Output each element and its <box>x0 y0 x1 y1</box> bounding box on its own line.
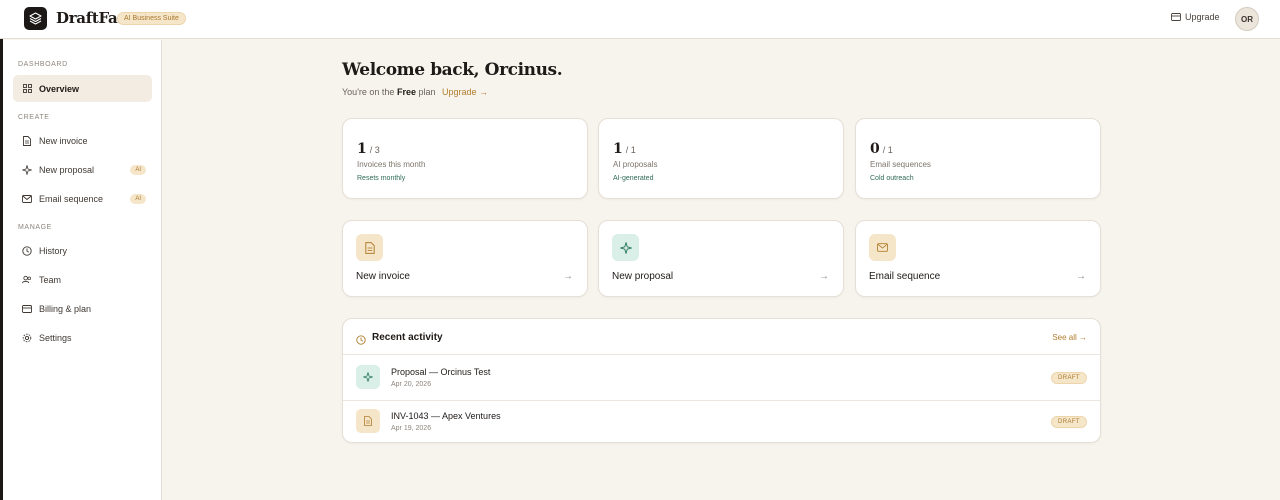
quick-action-label: New invoice <box>356 271 410 282</box>
mail-icon <box>869 234 896 261</box>
activity-date: Apr 20, 2026 <box>391 381 432 388</box>
history-icon <box>22 245 32 256</box>
sidebar-item-label: Team <box>39 274 62 285</box>
stat-label: Invoices this month <box>357 160 426 169</box>
quick-action-label: Email sequence <box>869 271 941 282</box>
team-icon <box>22 275 32 285</box>
section-label-manage: MANAGE <box>18 224 52 231</box>
quick-action-new-proposal[interactable]: New proposal → <box>598 220 844 297</box>
status-badge: DRAFT <box>1051 372 1087 384</box>
upgrade-button[interactable]: Upgrade <box>1171 12 1220 22</box>
sidebar-item-team[interactable]: Team <box>13 266 152 293</box>
sidebar-item-label: New invoice <box>39 135 88 146</box>
recent-activity-header: Recent activity See all → <box>343 319 1100 355</box>
plan-prefix: You're on the <box>342 87 395 97</box>
arrow-right-icon: → <box>563 271 573 282</box>
stat-card-email-sequences: 0/ 1 Email sequences Cold outreach <box>855 118 1101 199</box>
history-icon <box>356 332 366 350</box>
sparkle-icon <box>612 234 639 261</box>
sidebar-item-label: Overview <box>39 83 80 94</box>
plan-name: Free <box>396 87 416 97</box>
activity-row[interactable]: INV-1043 — Apex Ventures Apr 19, 2026 DR… <box>343 400 1100 444</box>
sidebar-item-history[interactable]: History <box>13 237 152 264</box>
stat-sub: Cold outreach <box>870 175 914 182</box>
document-icon <box>22 135 32 146</box>
stat-value: 0/ 1 <box>870 141 893 157</box>
stat-value: 1/ 1 <box>613 141 636 157</box>
section-label-create: CREATE <box>18 114 50 121</box>
stat-sub: AI-generated <box>613 175 654 182</box>
document-icon <box>356 409 380 433</box>
mail-icon <box>22 194 32 204</box>
sidebar-item-label: History <box>39 245 68 256</box>
stat-label: AI proposals <box>613 160 658 169</box>
recent-activity-title: Recent activity <box>372 332 443 343</box>
activity-title: Proposal — Orcinus Test <box>391 367 491 377</box>
activity-date: Apr 19, 2026 <box>391 425 432 432</box>
sidebar-item-billing[interactable]: Billing & plan <box>13 295 152 322</box>
sidebar-item-label: Billing & plan <box>39 303 92 314</box>
sidebar-item-settings[interactable]: Settings <box>13 324 152 351</box>
activity-title: INV-1043 — Apex Ventures <box>391 411 501 421</box>
plan-status: You're on the Free plan Upgrade → <box>342 87 488 97</box>
card-icon <box>22 304 32 314</box>
plan-upgrade-link[interactable]: Upgrade → <box>442 87 488 97</box>
status-badge: DRAFT <box>1051 416 1087 428</box>
sidebar-item-label: New proposal <box>39 164 95 175</box>
plan-suffix: plan <box>418 87 436 97</box>
page-title: Welcome back, Orcinus. <box>342 60 563 80</box>
ai-badge: AI <box>130 194 146 204</box>
card-icon <box>1171 13 1181 21</box>
stat-card-invoices: 1/ 3 Invoices this month Resets monthly <box>342 118 588 199</box>
ai-badge: AI <box>130 165 146 175</box>
suite-badge: AI Business Suite <box>117 12 186 25</box>
grid-icon <box>22 84 32 94</box>
sidebar-item-label: Email sequence <box>39 193 104 204</box>
stat-label: Email sequences <box>870 160 931 169</box>
upgrade-label: Upgrade <box>1185 12 1220 22</box>
see-all-link[interactable]: See all → <box>1052 333 1087 342</box>
arrow-right-icon: → <box>1076 271 1086 282</box>
document-icon <box>356 234 383 261</box>
section-label-dashboard: DASHBOARD <box>18 61 68 68</box>
recent-activity-panel: Recent activity See all → Proposal — Orc… <box>342 318 1101 443</box>
stat-limit: / 3 <box>369 145 380 155</box>
quick-action-label: New proposal <box>612 271 674 282</box>
stat-card-proposals: 1/ 1 AI proposals AI-generated <box>598 118 844 199</box>
quick-action-new-invoice[interactable]: New invoice → <box>342 220 588 297</box>
activity-row[interactable]: Proposal — Orcinus Test Apr 20, 2026 DRA… <box>343 356 1100 400</box>
stat-sub: Resets monthly <box>357 175 406 182</box>
stat-value: 1/ 3 <box>357 141 380 157</box>
layers-icon <box>29 12 42 25</box>
row-divider <box>343 400 1100 401</box>
avatar[interactable]: OR <box>1235 7 1259 31</box>
top-bar: DraftFast AI Business Suite Upgrade OR <box>0 0 1280 39</box>
sidebar-item-email-sequence[interactable]: Email sequence AI <box>13 185 152 212</box>
sidebar-item-label: Settings <box>39 332 72 343</box>
sidebar: DASHBOARD Overview CREATE New invoice Ne… <box>3 40 162 500</box>
logo-icon[interactable] <box>24 7 47 30</box>
sidebar-item-new-proposal[interactable]: New proposal AI <box>13 156 152 183</box>
arrow-right-icon: → <box>819 271 829 282</box>
quick-action-email-sequence[interactable]: Email sequence → <box>855 220 1101 297</box>
sparkle-icon <box>22 164 32 175</box>
sidebar-item-overview[interactable]: Overview <box>13 75 152 102</box>
sparkle-icon <box>356 365 380 389</box>
stat-limit: / 1 <box>882 145 893 155</box>
gear-icon <box>22 333 32 343</box>
sidebar-item-new-invoice[interactable]: New invoice <box>13 127 152 154</box>
stat-limit: / 1 <box>625 145 636 155</box>
